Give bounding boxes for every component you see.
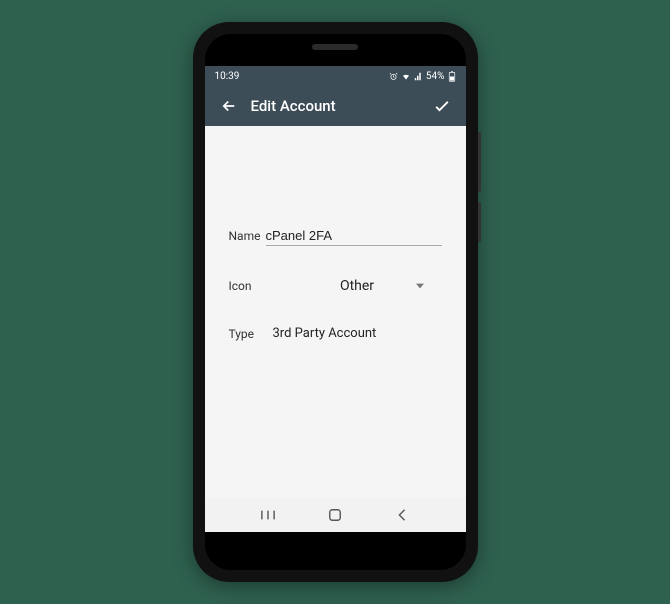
letterbox-top — [205, 34, 466, 66]
nav-back-button[interactable] — [382, 500, 422, 530]
nav-bar — [205, 498, 466, 532]
icon-dropdown-value: Other — [340, 278, 374, 294]
wifi-icon — [401, 72, 411, 81]
app-bar: Edit Account — [205, 86, 466, 126]
status-right: 54% — [389, 71, 456, 82]
battery-pct: 54% — [426, 71, 445, 82]
content-area: Name Icon Other Type 3rd Party Account — [205, 126, 466, 498]
nav-recents-button[interactable] — [248, 500, 288, 530]
chevron-left-icon — [397, 508, 407, 522]
name-row: Name — [229, 226, 442, 246]
phone-frame: 10:39 54% Edit Account Name — [193, 22, 478, 582]
power-button — [478, 202, 481, 242]
volume-button — [478, 132, 481, 192]
arrow-left-icon — [220, 97, 238, 115]
type-label: Type — [229, 327, 273, 341]
nav-home-button[interactable] — [315, 500, 355, 530]
alarm-icon — [389, 72, 398, 81]
page-title: Edit Account — [251, 97, 428, 115]
home-icon — [328, 508, 342, 522]
status-bar: 10:39 54% — [205, 66, 466, 86]
type-value: 3rd Party Account — [273, 326, 442, 341]
caret-down-icon — [416, 283, 424, 289]
name-input[interactable] — [266, 226, 442, 246]
signal-icon — [414, 72, 423, 81]
type-row: Type 3rd Party Account — [229, 326, 442, 341]
icon-dropdown[interactable]: Other — [273, 278, 442, 294]
status-time: 10:39 — [215, 71, 240, 82]
icon-label: Icon — [229, 279, 273, 293]
screen: 10:39 54% Edit Account Name — [205, 34, 466, 570]
icon-row: Icon Other — [229, 278, 442, 294]
check-icon — [432, 96, 452, 116]
confirm-button[interactable] — [428, 92, 456, 120]
battery-icon — [448, 71, 456, 82]
back-button[interactable] — [215, 92, 243, 120]
name-label: Name — [229, 229, 266, 243]
letterbox-bottom — [205, 532, 466, 570]
recents-icon — [261, 509, 275, 521]
